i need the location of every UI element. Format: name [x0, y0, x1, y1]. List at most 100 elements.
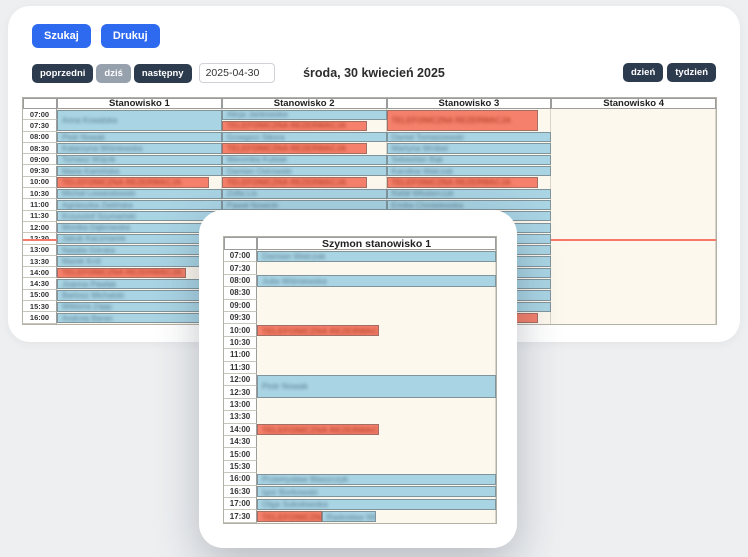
time-label: 17:00: [224, 498, 257, 510]
time-label: 16:00: [224, 473, 257, 485]
schedule-column[interactable]: [551, 109, 716, 324]
navigation-bar: poprzedni dziś następny środa, 30 kwieci…: [32, 61, 716, 83]
appointment[interactable]: Paweł Nowicki: [222, 200, 387, 210]
appointment[interactable]: Sebastian Bąk: [387, 155, 552, 165]
detail-modal: 07:0007:3008:0008:3009:0009:3010:0010:30…: [199, 210, 517, 548]
time-label: 08:00: [224, 275, 257, 287]
appointment[interactable]: Radosław Wilk: [322, 511, 377, 522]
appointment[interactable]: Agnieszka Zielińska: [57, 200, 222, 210]
time-label: 10:00: [23, 177, 57, 188]
appointment[interactable]: Weronika Kubiak: [222, 155, 387, 165]
time-label: 10:00: [224, 324, 257, 336]
appointment[interactable]: Michał Lewandowski: [57, 189, 222, 199]
time-label: 12:00: [224, 374, 257, 386]
time-label: 13:00: [23, 245, 57, 256]
time-label: 11:00: [224, 349, 257, 361]
appointment[interactable]: Emilia Chmielewska: [387, 200, 552, 210]
appointment[interactable]: Tomasz Wójcik: [57, 155, 222, 165]
appointment[interactable]: Rafał Włodarczyk: [387, 189, 552, 199]
appointment[interactable]: Przemysław Błaszczyk: [257, 474, 496, 485]
time-label: 15:30: [23, 301, 57, 312]
phone-reservation[interactable]: TELEFONICZNA REZERWACJA: [57, 268, 186, 278]
phone-reservation[interactable]: TELEFONICZNA REZERWACJA: [222, 177, 367, 187]
phone-reservation[interactable]: TELEFONICZNA REZERWACJA: [257, 325, 379, 336]
time-label: 14:30: [224, 436, 257, 448]
appointment[interactable]: Bartosz Michalski: [57, 290, 222, 300]
phone-reservation[interactable]: TELEFONICZNA REZERWACJA: [222, 121, 367, 131]
time-label: 15:30: [224, 461, 257, 473]
phone-reservation[interactable]: TELEFONICZNA REZERWACJA: [387, 177, 539, 187]
view-switch-group: dzień tydzień: [623, 63, 716, 82]
appointment[interactable]: Katarzyna Wiśniewska: [57, 143, 222, 153]
phone-reservation[interactable]: TELEFONICZNA REZERWACJA: [387, 110, 539, 132]
column-header: Stanowisko 4: [551, 98, 716, 109]
time-label: 07:30: [23, 120, 57, 131]
time-label: 10:30: [224, 337, 257, 349]
appointment[interactable]: Zofia Lis: [222, 189, 387, 199]
appointment[interactable]: Damian Ostrowski: [222, 166, 387, 176]
time-label: 14:00: [23, 267, 57, 278]
time-label: 17:30: [224, 510, 257, 522]
phone-reservation[interactable]: TELEFONICZNA REZERWACJA: [222, 143, 367, 153]
day-view-button[interactable]: dzień: [623, 63, 663, 82]
time-label: 11:00: [23, 199, 57, 210]
column-header: Stanowisko 3: [387, 98, 552, 109]
time-label: 11:30: [23, 211, 57, 222]
appointment[interactable]: Wiktoria Zając: [57, 302, 222, 312]
phone-reservation[interactable]: TELEFONICZNA REZERWACJA: [57, 177, 209, 187]
time-label: 15:00: [224, 448, 257, 460]
time-label: 16:00: [23, 312, 57, 323]
appointment[interactable]: Andrzej Baran: [57, 313, 222, 323]
appointment[interactable]: Igor Borkowski: [257, 486, 496, 497]
appointment[interactable]: Julia Wiśniewska: [257, 275, 496, 286]
time-label: 08:30: [23, 143, 57, 154]
week-view-button[interactable]: tydzień: [667, 63, 716, 82]
appointment[interactable]: Alicja Jankowska: [222, 110, 387, 120]
time-label: 09:30: [224, 312, 257, 324]
appointment[interactable]: Natalia Górska: [57, 245, 222, 255]
time-label: 09:00: [224, 300, 257, 312]
appointment[interactable]: Joanna Pawlak: [57, 279, 222, 289]
appointment[interactable]: Marek Król: [57, 256, 222, 266]
time-label: 08:30: [224, 287, 257, 299]
appointment[interactable]: Jakub Kaczmarek: [57, 234, 222, 244]
time-label: 16:30: [224, 486, 257, 498]
time-label: 12:00: [23, 222, 57, 233]
appointment[interactable]: Olga Sokołowska: [257, 499, 496, 510]
time-label: 11:30: [224, 362, 257, 374]
appointment[interactable]: Monika Dąbrowska: [57, 223, 222, 233]
appointment[interactable]: Piotr Nowak: [57, 132, 222, 142]
appointment[interactable]: Karolina Walczak: [387, 166, 552, 176]
appointment[interactable]: Grzegorz Sikora: [222, 132, 387, 142]
appointment[interactable]: Maria Kamińska: [57, 166, 222, 176]
column-header: Stanowisko 2: [222, 98, 387, 109]
appointment[interactable]: Martyna Wróbel: [387, 143, 552, 153]
time-label: 07:00: [224, 250, 257, 262]
time-label: 08:00: [23, 132, 57, 143]
appointment[interactable]: Damian Walczak: [257, 251, 496, 262]
time-label: 10:30: [23, 188, 57, 199]
current-date-title: środa, 30 kwiecień 2025: [32, 66, 716, 80]
time-label: 12:30: [224, 386, 257, 398]
column-header: Szymon stanowisko 1: [257, 237, 496, 250]
time-label: 13:00: [224, 399, 257, 411]
time-label: 13:30: [23, 256, 57, 267]
time-label: 07:00: [23, 109, 57, 120]
appointment[interactable]: Krzysztof Szymański: [57, 211, 222, 221]
time-label: 09:00: [23, 154, 57, 165]
search-button[interactable]: Szukaj: [32, 24, 91, 48]
corner-cell: [23, 98, 57, 109]
time-label: 14:00: [224, 424, 257, 436]
appointment[interactable]: Daniel Tomaszewski: [387, 132, 552, 142]
phone-reservation[interactable]: TELEFONICZNA REZERWACJA: [257, 511, 322, 522]
appointment[interactable]: Piotr Nowak: [257, 375, 496, 399]
appointment[interactable]: Anna Kowalska: [57, 110, 222, 132]
time-label: 09:30: [23, 166, 57, 177]
time-label: 14:30: [23, 279, 57, 290]
corner-cell: [224, 237, 257, 250]
time-label: 07:30: [224, 262, 257, 274]
print-button[interactable]: Drukuj: [101, 24, 160, 48]
time-label: 13:30: [224, 411, 257, 423]
phone-reservation[interactable]: TELEFONICZNA REZERWACJA: [257, 424, 379, 435]
time-label: 15:00: [23, 290, 57, 301]
